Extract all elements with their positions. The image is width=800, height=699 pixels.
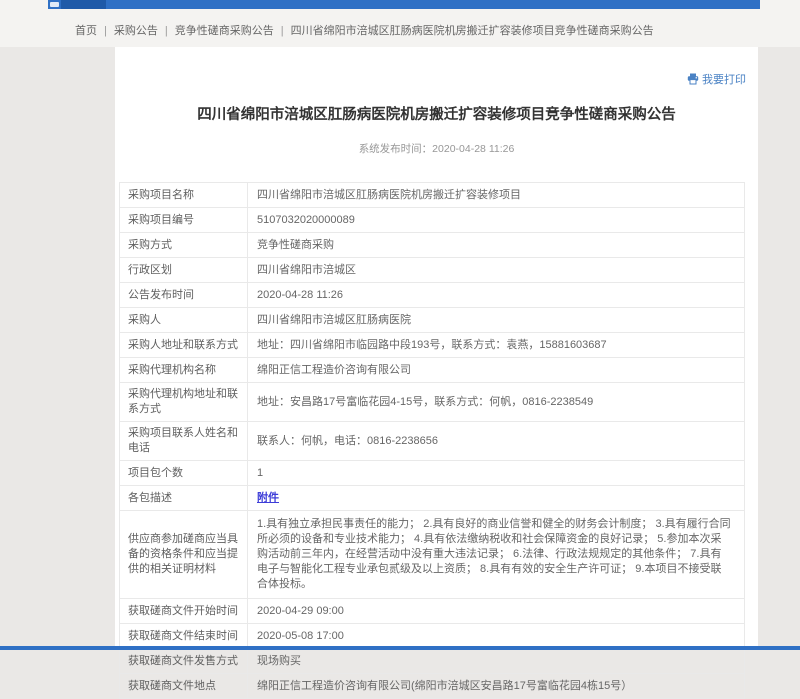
content-panel: 我要打印 四川省绵阳市涪城区肛肠病医院机房搬迁扩容装修项目竞争性磋商采购公告 系… (115, 47, 758, 650)
row-value: 2020-05-08 17:00 (248, 624, 745, 649)
breadcrumb: 首页 | 采购公告 | 竞争性磋商采购公告 | 四川省绵阳市涪城区肛肠病医院机房搬迁扩容装修… (75, 22, 654, 38)
header-area: 首页 | 采购公告 | 竞争性磋商采购公告 | 四川省绵阳市涪城区肛肠病医院机房搬迁扩容装修… (0, 0, 800, 47)
row-value: 现场购买 (248, 649, 745, 674)
breadcrumb-item[interactable]: 竞争性磋商采购公告 (175, 25, 274, 37)
row-value: 四川省绵阳市涪城区 (248, 258, 745, 283)
table-row: 获取磋商文件发售方式现场购买 (120, 649, 745, 674)
printer-icon (687, 73, 699, 85)
table-row: 项目包个数1 (120, 461, 745, 486)
breadcrumb-item[interactable]: 首页 (75, 25, 97, 37)
row-label: 项目包个数 (120, 461, 248, 486)
row-label: 采购方式 (120, 233, 248, 258)
row-value: 四川省绵阳市涪城区肛肠病医院 (248, 308, 745, 333)
row-value: 竞争性磋商采购 (248, 233, 745, 258)
table-row: 获取磋商文件结束时间2020-05-08 17:00 (120, 624, 745, 649)
row-label: 获取磋商文件结束时间 (120, 624, 248, 649)
table-row: 采购方式竞争性磋商采购 (120, 233, 745, 258)
row-label: 采购代理机构名称 (120, 358, 248, 383)
print-button-label: 我要打印 (702, 71, 746, 87)
row-value: 1.具有独立承担民事责任的能力； 2.具有良好的商业信誉和健全的财务会计制度； … (248, 511, 745, 599)
table-row: 采购人四川省绵阳市涪城区肛肠病医院 (120, 308, 745, 333)
breadcrumb-separator: | (281, 25, 284, 37)
row-value: 地址：四川省绵阳市临园路中段193号，联系方式：袁燕，15881603687 (248, 333, 745, 358)
row-label: 采购项目名称 (120, 183, 248, 208)
row-value: 四川省绵阳市涪城区肛肠病医院机房搬迁扩容装修项目 (248, 183, 745, 208)
table-row: 采购人地址和联系方式地址：四川省绵阳市临园路中段193号，联系方式：袁燕，158… (120, 333, 745, 358)
row-label: 采购人 (120, 308, 248, 333)
row-value: 地址：安昌路17号富临花园4-15号，联系方式：何帆，0816-2238549 (248, 383, 745, 422)
row-label: 各包描述 (120, 486, 248, 511)
attachment-link[interactable]: 附件 (257, 492, 279, 504)
print-button[interactable]: 我要打印 (687, 71, 746, 87)
table-row: 采购代理机构地址和联系方式地址：安昌路17号富临花园4-15号，联系方式：何帆，… (120, 383, 745, 422)
row-value: 绵阳正信工程造价咨询有限公司(绵阳市涪城区安昌路17号富临花园4栋15号） (248, 674, 745, 699)
table-row: 采购代理机构名称绵阳正信工程造价咨询有限公司 (120, 358, 745, 383)
row-value: 1 (248, 461, 745, 486)
row-value: 联系人：何帆，电话：0816-2238656 (248, 422, 745, 461)
page-title: 四川省绵阳市涪城区肛肠病医院机房搬迁扩容装修项目竞争性磋商采购公告 (145, 105, 728, 125)
row-value: 2020-04-29 09:00 (248, 599, 745, 624)
row-label: 供应商参加磋商应当具备的资格条件和应当提供的相关证明材料 (120, 511, 248, 599)
nav-logo-fragment (50, 2, 59, 7)
row-label: 采购项目联系人姓名和电话 (120, 422, 248, 461)
row-label: 采购代理机构地址和联系方式 (120, 383, 248, 422)
nav-active-item[interactable] (61, 0, 106, 9)
row-value: 附件 (248, 486, 745, 511)
row-label: 采购项目编号 (120, 208, 248, 233)
top-nav-bar (48, 0, 760, 9)
row-label: 获取磋商文件发售方式 (120, 649, 248, 674)
announcement-table: 采购项目名称四川省绵阳市涪城区肛肠病医院机房搬迁扩容装修项目采购项目编号5107… (119, 182, 745, 699)
table-row: 采购项目编号5107032020000089 (120, 208, 745, 233)
table-row: 行政区划四川省绵阳市涪城区 (120, 258, 745, 283)
breadcrumb-item: 四川省绵阳市涪城区肛肠病医院机房搬迁扩容装修项目竞争性磋商采购公告 (291, 25, 654, 37)
breadcrumb-separator: | (165, 25, 168, 37)
table-row: 获取磋商文件地点绵阳正信工程造价咨询有限公司(绵阳市涪城区安昌路17号富临花园4… (120, 674, 745, 699)
row-value: 2020-04-28 11:26 (248, 283, 745, 308)
publish-time: 系统发布时间：2020-04-28 11:26 (115, 141, 758, 156)
table-row: 采购项目名称四川省绵阳市涪城区肛肠病医院机房搬迁扩容装修项目 (120, 183, 745, 208)
row-label: 公告发布时间 (120, 283, 248, 308)
table-row: 公告发布时间2020-04-28 11:26 (120, 283, 745, 308)
row-value: 绵阳正信工程造价咨询有限公司 (248, 358, 745, 383)
row-label: 行政区划 (120, 258, 248, 283)
breadcrumb-separator: | (104, 25, 107, 37)
row-label: 获取磋商文件地点 (120, 674, 248, 699)
table-row: 供应商参加磋商应当具备的资格条件和应当提供的相关证明材料1.具有独立承担民事责任… (120, 511, 745, 599)
row-value: 5107032020000089 (248, 208, 745, 233)
breadcrumb-item[interactable]: 采购公告 (114, 25, 158, 37)
bottom-bar (0, 646, 800, 650)
table-row: 采购项目联系人姓名和电话联系人：何帆，电话：0816-2238656 (120, 422, 745, 461)
table-row: 各包描述附件 (120, 486, 745, 511)
row-label: 采购人地址和联系方式 (120, 333, 248, 358)
table-row: 获取磋商文件开始时间2020-04-29 09:00 (120, 599, 745, 624)
row-label: 获取磋商文件开始时间 (120, 599, 248, 624)
